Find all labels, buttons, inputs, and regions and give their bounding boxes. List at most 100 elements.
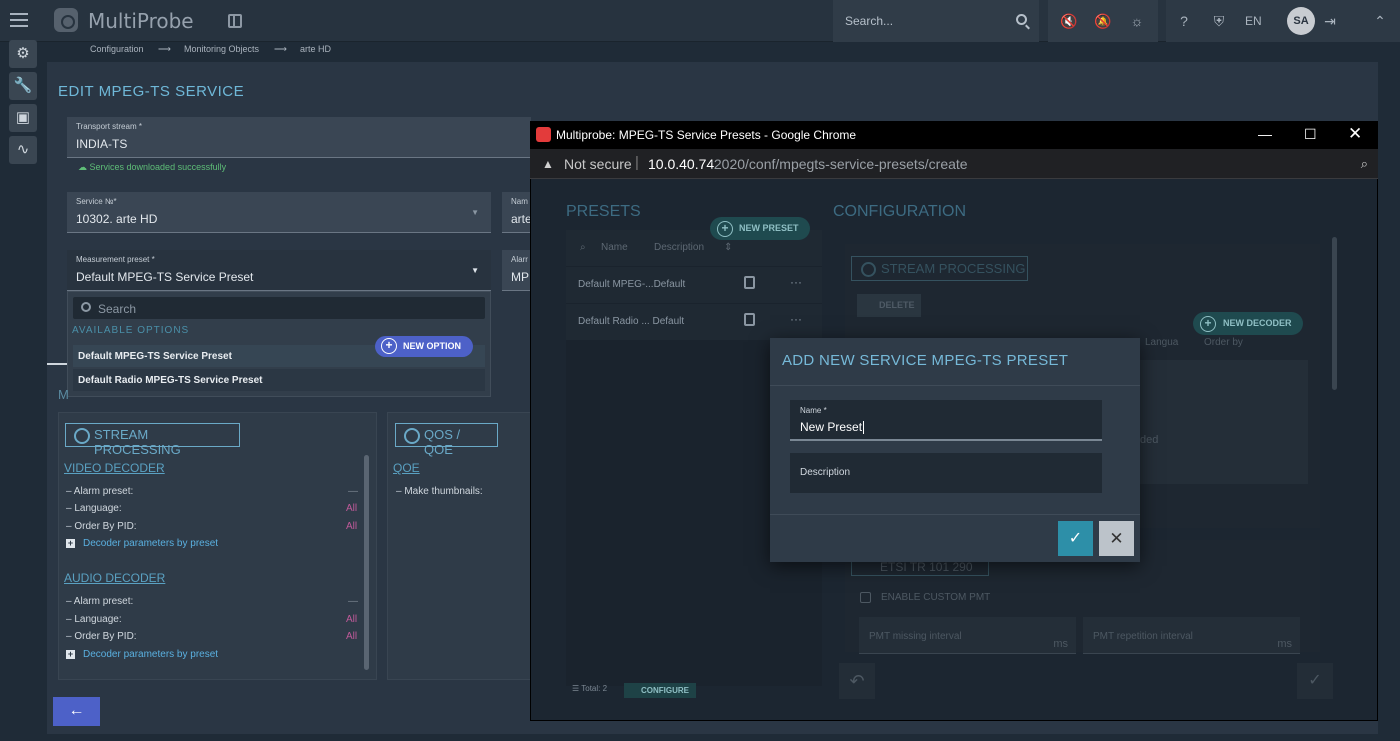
confirm-button[interactable]: ✓ [1058,521,1093,556]
empty-text: ded [1140,434,1159,446]
dashboard-icon[interactable] [228,14,242,28]
sound-off-icon[interactable]: 🔇 [1060,13,1077,29]
close-icon[interactable]: ✕ [1348,124,1362,144]
new-decoder-button[interactable]: NEW DECODER [1193,312,1303,335]
field-label: Nam [511,197,528,206]
new-option-button[interactable]: NEW OPTION [375,336,473,357]
more-icon[interactable]: ··· [790,312,802,326]
presets-title: PRESETS [566,203,641,220]
language-label: Language: [66,503,121,514]
global-search-input[interactable]: Search... [833,0,1039,42]
transport-stream-field[interactable]: Transport stream * INDIA-TS [67,117,531,158]
window-title: Multiprobe: MPEG-TS Service Presets - Go… [556,128,857,142]
alarm-preset-label: Alarm preset: [66,596,133,607]
alarm-field[interactable]: Alarr MPI [502,250,532,291]
measurement-preset-select[interactable]: Measurement preset * Default MPEG-TS Ser… [67,250,491,291]
decoder-params-link[interactable]: Decoder parameters by preset [66,538,218,549]
breadcrumb-configuration[interactable]: Configuration [90,44,144,54]
dropdown-search-input[interactable]: Search [73,297,485,319]
name-field[interactable]: Nam arte [502,192,532,233]
field-label: Transport stream * [76,122,142,131]
col-name[interactable]: Name [601,242,628,253]
avatar[interactable]: SA [1287,7,1315,35]
custom-pmt-label: ENABLE CUSTOM PMT [881,592,991,603]
cancel-button[interactable]: ✕ [1099,521,1134,556]
configure-button[interactable]: CONFIGURE [624,683,696,698]
address-bar[interactable]: ▲ Not secure | 10.0.40.74 :2020/conf/mpe… [530,149,1378,179]
minimize-icon[interactable]: — [1258,126,1272,142]
qos-tag: QOS / QOE [395,423,498,457]
help-icon[interactable]: ? [1176,13,1192,29]
preset-name: Default Radio ... Default [578,316,685,327]
unit-label: ms [1277,638,1292,650]
field-value: arte [511,212,532,226]
page-title: EDIT MPEG-TS SERVICE [58,83,245,100]
menu-icon[interactable] [10,13,28,27]
sort-icon[interactable]: ⇕ [724,242,732,253]
search-icon[interactable] [1016,14,1027,25]
alarm-preset-label: Alarm preset: [66,486,133,497]
save-button[interactable]: ✓ [1297,663,1333,699]
user-group: ? ⛨ ⇥ ⌃ [1166,0,1400,42]
order-pid-value: All [346,521,358,532]
monitor-icon[interactable]: ▣ [9,104,37,132]
chevron-down-icon: ▼ [471,266,479,275]
collapse-icon[interactable]: ⌃ [1372,13,1388,29]
scrollbar[interactable] [364,455,369,670]
url-path: :2020/conf/mpegts-service-presets/create [710,156,968,172]
field-label: Service №* [76,197,117,206]
stream-processing-tag: STREAM PROCESSING [65,423,240,457]
col-order[interactable]: Order by [1204,337,1243,348]
preset-description-input[interactable]: Description [790,453,1102,493]
pmt-missing-field[interactable]: PMT missing interval ms [859,617,1076,654]
col-description[interactable]: Description [654,242,704,253]
unit-label: ms [1053,638,1068,650]
order-pid-label: Order By PID: [66,631,136,642]
security-label[interactable]: Not secure [564,156,632,172]
chevron-down-icon: ▼ [471,208,479,217]
new-preset-button[interactable]: NEW PRESET [710,217,810,240]
preset-row[interactable]: Default Radio ... Default ··· [566,304,822,340]
bell-off-icon[interactable]: 🔕 [1094,13,1111,29]
preset-name-input[interactable]: Name * New Preset [790,400,1102,441]
breadcrumb-monitoring-objects[interactable]: Monitoring Objects [184,44,259,54]
col-language[interactable]: Langua [1145,337,1178,348]
pmt-repetition-field[interactable]: PMT repetition interval ms [1083,617,1300,654]
chart-icon[interactable]: ∿ [9,136,37,164]
dropdown-option[interactable]: Default Radio MPEG-TS Service Preset [73,369,485,391]
name-value-text: New Preset [800,420,863,434]
language-switch[interactable]: EN [1245,14,1262,28]
custom-pmt-checkbox[interactable] [860,592,871,603]
zoom-icon[interactable]: ⌕ [1361,156,1368,172]
shield-icon[interactable]: ⛨ [1211,13,1227,29]
total-text: Total: 2 [581,684,608,693]
thumbnails-label: Make thumbnails: [396,486,482,497]
tab-indicator [47,363,67,365]
browser-title-bar: Multiprobe: MPEG-TS Service Presets - Go… [530,121,1378,149]
undo-button[interactable]: ↶ [839,663,875,699]
language-label: Language: [66,614,121,625]
logout-icon[interactable]: ⇥ [1322,13,1338,29]
video-decoder-link[interactable]: VIDEO DECODER [64,461,165,475]
more-icon[interactable]: ··· [790,275,802,289]
field-label: PMT repetition interval [1093,631,1193,642]
scrollbar[interactable] [1332,237,1337,390]
service-number-select[interactable]: Service №* 10302. arte HD ▼ [67,192,491,233]
wrench-icon[interactable]: 🔧 [9,72,37,100]
search-icon[interactable]: ⌕ [580,242,586,253]
breadcrumb-arrow-icon: ⟶ [158,44,171,54]
lock-icon [744,313,755,326]
maximize-icon[interactable]: ☐ [1304,126,1317,143]
delete-button[interactable]: DELETE [857,294,921,317]
lock-icon [744,276,755,289]
decoder-params-link[interactable]: Decoder parameters by preset [66,649,218,660]
qoe-link[interactable]: QOE [393,461,420,475]
field-label: Description [800,467,851,478]
breadcrumb-current: arte HD [300,44,332,54]
back-button[interactable]: ← [53,697,100,726]
settings-icon[interactable]: ⚙ [9,40,37,68]
preset-row[interactable]: Default MPEG-...Default ··· [566,267,822,303]
theme-icon[interactable]: ☼ [1129,13,1145,29]
field-value: 10302. arte HD [76,212,158,226]
audio-decoder-link[interactable]: AUDIO DECODER [64,571,165,585]
